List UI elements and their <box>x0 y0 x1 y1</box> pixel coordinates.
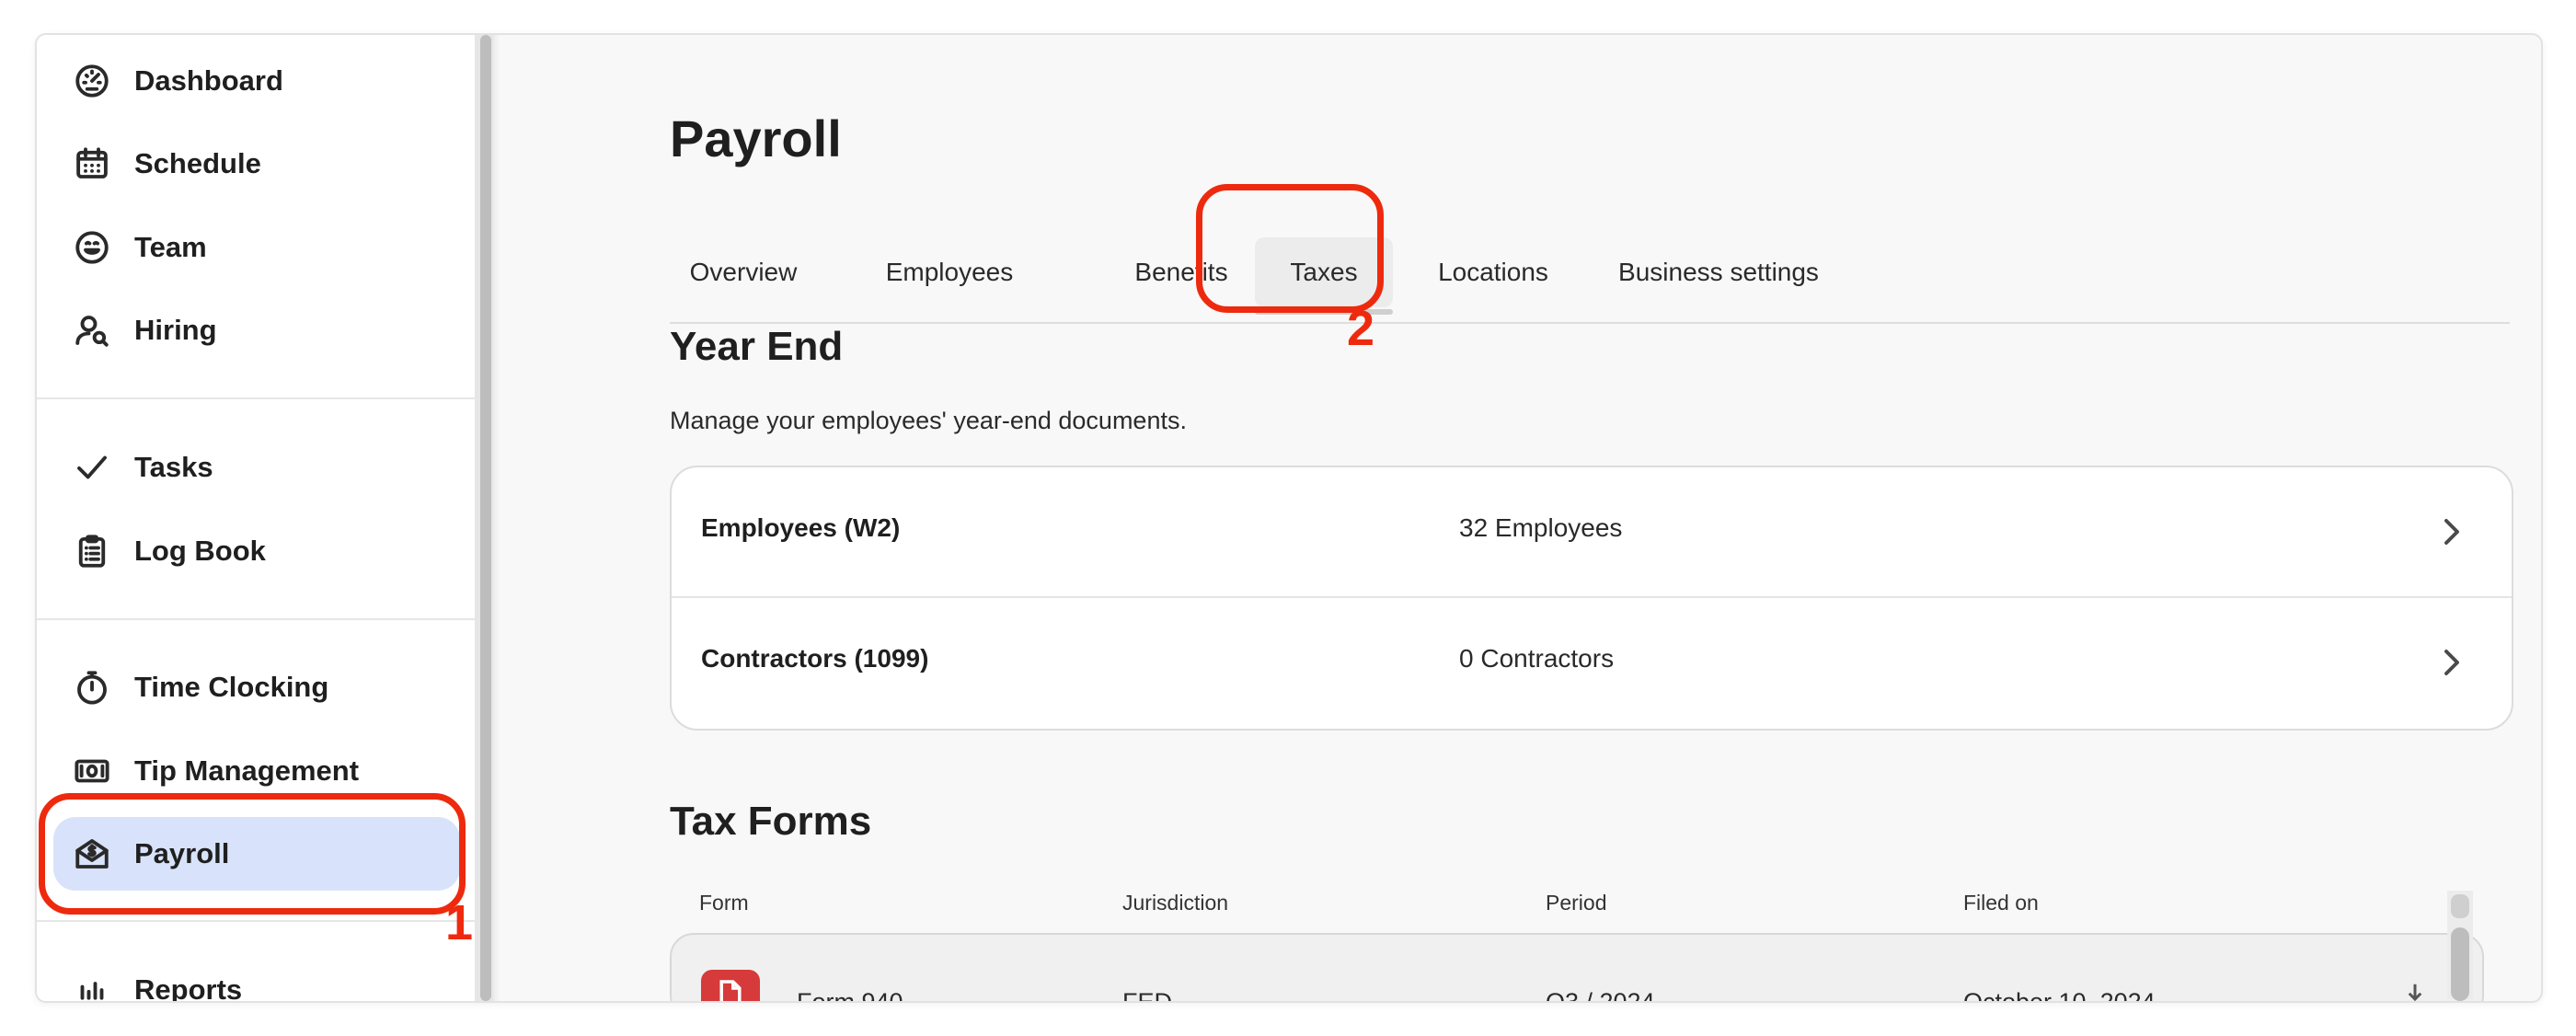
tab-employees[interactable]: Employees <box>868 237 1030 307</box>
sidebar-divider <box>37 920 475 922</box>
row-count: 0 Contractors <box>1459 644 1615 673</box>
content-scrollbar-up[interactable] <box>2451 894 2469 918</box>
year-end-row-w2[interactable]: Employees (W2) 32 Employees <box>672 467 2512 596</box>
content-scrollbar-thumb[interactable] <box>2451 927 2469 1001</box>
person-search-icon <box>72 310 112 351</box>
column-header-filed-on: Filed on <box>1963 891 2039 915</box>
sidebar-scrollbar-thumb[interactable] <box>480 35 491 1001</box>
tab-locations[interactable]: Locations <box>1415 237 1571 307</box>
column-header-form: Form <box>699 891 749 915</box>
sidebar-item-reports[interactable]: Reports <box>53 953 460 1003</box>
sidebar-divider <box>37 397 475 399</box>
main-edge-shadow <box>493 35 500 1001</box>
year-end-card: Employees (W2) 32 Employees Contractors … <box>670 466 2513 731</box>
column-header-period: Period <box>1546 891 1607 915</box>
annotation-number-1: 1 <box>445 895 474 950</box>
pdf-file-icon <box>701 970 760 1001</box>
chevron-right-icon <box>2438 515 2466 548</box>
sidebar-item-log-book[interactable]: Log Book <box>53 514 460 588</box>
table-row[interactable]: Form 940 FED Q3 / 2024 October 10, 2024 <box>670 933 2484 1003</box>
annotation-box-taxes <box>1196 184 1384 313</box>
stopwatch-icon <box>72 667 112 708</box>
sidebar-item-label: Hiring <box>134 314 217 346</box>
sidebar-item-dashboard[interactable]: Dashboard <box>53 44 460 118</box>
row-label: Employees (W2) <box>701 513 901 542</box>
cell-jurisdiction: FED <box>1122 988 1172 1003</box>
year-end-subtitle: Manage your employees' year-end document… <box>670 407 1187 434</box>
row-label: Contractors (1099) <box>701 644 929 673</box>
sidebar-item-label: Log Book <box>134 535 266 567</box>
smiley-icon <box>72 227 112 268</box>
sidebar-item-label: Team <box>134 231 207 263</box>
clipboard-icon <box>72 531 112 571</box>
sidebar-item-hiring[interactable]: Hiring <box>53 294 460 367</box>
bar-chart-icon <box>72 970 112 1001</box>
annotation-number-2: 2 <box>1347 301 1375 356</box>
sidebar-divider <box>37 618 475 620</box>
checkmark-icon <box>72 447 112 488</box>
tab-bar: Overview Employees Benefits Taxes Locati… <box>670 210 2510 324</box>
sidebar-item-schedule[interactable]: Schedule <box>53 127 460 201</box>
sidebar-item-label: Tasks <box>134 451 213 483</box>
calendar-icon <box>72 144 112 184</box>
year-end-title: Year End <box>670 324 844 369</box>
sidebar-item-time-clocking[interactable]: Time Clocking <box>53 650 460 724</box>
tab-business-settings[interactable]: Business settings <box>1599 237 1838 307</box>
cash-icon <box>72 751 112 791</box>
chevron-right-icon <box>2438 646 2466 679</box>
sidebar-item-label: Time Clocking <box>134 671 329 703</box>
tax-forms-title: Tax Forms <box>670 799 872 844</box>
sidebar-item-label: Reports <box>134 973 243 1003</box>
sidebar-item-label: Schedule <box>134 147 261 179</box>
year-end-row-1099[interactable]: Contractors (1099) 0 Contractors <box>672 596 2512 727</box>
download-icon[interactable] <box>2403 981 2427 1001</box>
row-count: 32 Employees <box>1459 513 1623 542</box>
speedometer-icon <box>72 61 112 101</box>
cell-period: Q3 / 2024 <box>1546 988 1655 1003</box>
sidebar-item-label: Tip Management <box>134 754 360 787</box>
tab-overview[interactable]: Overview <box>670 237 817 307</box>
sidebar-item-tasks[interactable]: Tasks <box>53 431 460 504</box>
page-title: Payroll <box>670 109 842 167</box>
annotation-box-payroll <box>39 793 466 915</box>
cell-form: Form 940 <box>797 988 903 1003</box>
cell-filed-on: October 10, 2024 <box>1963 988 2156 1003</box>
sidebar-item-label: Dashboard <box>134 64 283 97</box>
sidebar-item-team[interactable]: Team <box>53 211 460 284</box>
column-header-jurisdiction: Jurisdiction <box>1122 891 1229 915</box>
